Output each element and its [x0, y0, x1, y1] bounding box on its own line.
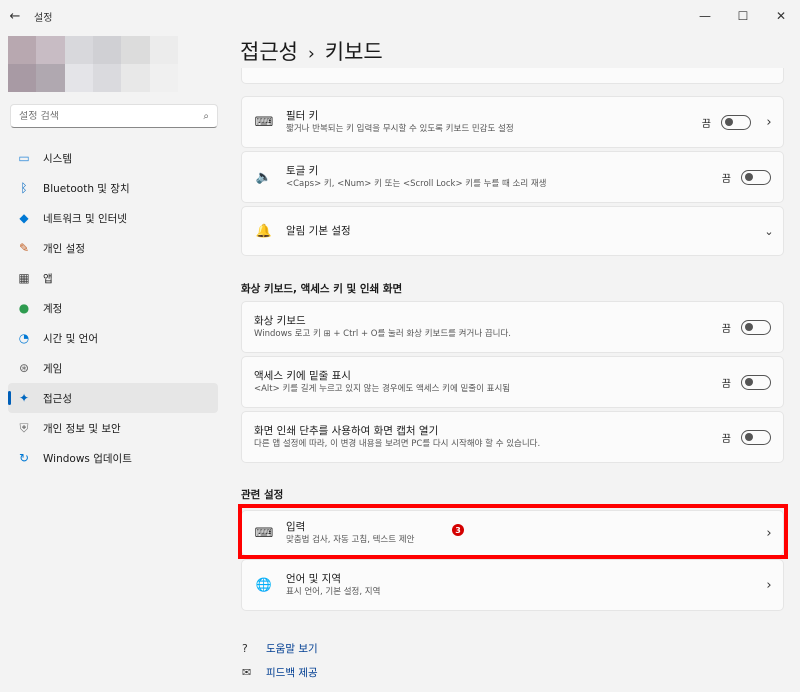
osk-subtitle: Windows 로고 키 ⊞ + Ctrl + O를 눌러 화상 키보드를 켜거…: [254, 329, 512, 339]
nav-system[interactable]: ▭ 시스템: [8, 143, 218, 173]
feedback-label: 피드백 제공: [266, 666, 318, 679]
toggle-keys-toggle[interactable]: [741, 169, 771, 185]
language-subtitle: 표시 언어, 기본 설정, 지역: [286, 587, 381, 597]
window-controls: — ☐ ✕: [686, 0, 800, 32]
access-keys-toggle[interactable]: [741, 374, 771, 390]
nav-personalization[interactable]: ✎ 개인 설정: [8, 233, 218, 263]
onscreen-keyboard-card[interactable]: 화상 키보드 Windows 로고 키 ⊞ + Ctrl + O를 눌러 화상 …: [241, 301, 784, 353]
nav-label: 시스템: [43, 152, 72, 165]
feedback-link[interactable]: ✉ 피드백 제공: [242, 660, 318, 684]
search-box[interactable]: ⌕: [10, 104, 218, 128]
window-title: 설정: [34, 12, 53, 24]
globe-clock-icon: ◔: [18, 331, 30, 345]
chevron-down-icon[interactable]: ⌄: [755, 225, 783, 238]
apps-icon: ▦: [18, 271, 30, 285]
toggle-keys-card[interactable]: 🔈 토글 키 <Caps> 키, <Num> 키 또는 <Scroll Lock…: [241, 151, 784, 203]
nav-label: 계정: [43, 302, 63, 315]
nav-accessibility[interactable]: ✦ 접근성: [8, 383, 218, 413]
print-screen-state: 끔: [721, 433, 731, 445]
osk-title: 화상 키보드: [254, 315, 306, 327]
help-link[interactable]: ? 도움말 보기: [242, 636, 318, 660]
highlight-box: [238, 504, 788, 559]
chevron-right-icon[interactable]: ›: [755, 578, 783, 593]
nav-label: 접근성: [43, 392, 72, 405]
speaker-icon: 🔈: [255, 169, 273, 185]
user-avatar[interactable]: [8, 36, 178, 92]
brush-icon: ✎: [18, 241, 30, 255]
nav-time-language[interactable]: ◔ 시간 및 언어: [8, 323, 218, 353]
access-keys-card[interactable]: 액세스 키에 밑줄 표시 <Alt> 키를 길게 누르고 있지 않는 경우에도 …: [241, 356, 784, 408]
section-heading-related: 관련 설정: [241, 489, 284, 501]
breadcrumb: 접근성 › 키보드: [240, 36, 383, 66]
nav-accounts[interactable]: ● 계정: [8, 293, 218, 323]
filter-keys-toggle[interactable]: [721, 114, 751, 130]
filter-keys-card[interactable]: ⌨ 필터 키 짧거나 반복되는 키 입력을 무시할 수 있도록 키보드 민감도 …: [241, 96, 784, 148]
nav-network[interactable]: ◆ 네트워크 및 인터넷: [8, 203, 218, 233]
toggle-keys-state: 끔: [721, 173, 731, 185]
page-title: 키보드: [324, 40, 383, 64]
bluetooth-icon: ᛒ: [20, 181, 28, 195]
footer-links: ? 도움말 보기 ✉ 피드백 제공: [242, 636, 318, 684]
feedback-icon: ✉: [242, 665, 252, 679]
wifi-icon: ◆: [19, 211, 29, 225]
minimize-button[interactable]: —: [686, 0, 724, 32]
account-icon: ●: [18, 301, 30, 315]
sidebar-nav: ▭ 시스템 ᛒ Bluetooth 및 장치 ◆ 네트워크 및 인터넷 ✎ 개인…: [8, 143, 218, 473]
filter-keys-state: 끔: [701, 118, 711, 130]
bell-icon: 🔔: [255, 223, 273, 239]
update-icon: ↻: [18, 451, 30, 465]
section-heading-onscreen: 화상 키보드, 액세스 키 및 인쇄 화면: [241, 283, 403, 295]
access-keys-subtitle: <Alt> 키를 길게 누르고 있지 않는 경우에도 액세스 키에 밑줄이 표시…: [254, 384, 511, 394]
back-arrow-icon[interactable]: ←: [0, 9, 30, 24]
access-keys-state: 끔: [721, 378, 731, 390]
system-icon: ▭: [18, 151, 30, 165]
osk-state: 끔: [721, 323, 731, 335]
nav-gaming[interactable]: ⊛ 게임: [8, 353, 218, 383]
access-keys-title: 액세스 키에 밑줄 표시: [254, 370, 351, 382]
language-icon: 🌐: [255, 577, 273, 593]
nav-windows-update[interactable]: ↻ Windows 업데이트: [8, 443, 218, 473]
breadcrumb-separator: ›: [307, 44, 315, 64]
nav-label: 개인 설정: [43, 242, 85, 255]
step-badge: 3: [452, 524, 464, 536]
nav-privacy[interactable]: ⛨ 개인 정보 및 보안: [8, 413, 218, 443]
accessibility-icon: ✦: [18, 391, 30, 405]
nav-apps[interactable]: ▦ 앱: [8, 263, 218, 293]
language-title: 언어 및 지역: [286, 573, 341, 585]
close-button[interactable]: ✕: [762, 0, 800, 32]
nav-label: 시간 및 언어: [43, 332, 98, 345]
print-screen-card[interactable]: 화면 인쇄 단추를 사용하여 화면 캡처 열기 다른 앱 설정에 따라, 이 변…: [241, 411, 784, 463]
search-icon[interactable]: ⌕: [203, 111, 209, 122]
nav-label: 개인 정보 및 보안: [43, 422, 121, 435]
print-screen-subtitle: 다른 앱 설정에 따라, 이 변경 내용을 보려면 PC를 다시 시작해야 할 …: [254, 439, 541, 449]
osk-toggle[interactable]: [741, 319, 771, 335]
nav-label: Windows 업데이트: [43, 452, 132, 465]
breadcrumb-parent[interactable]: 접근성: [240, 40, 298, 64]
notification-card[interactable]: 🔔 알림 기본 설정 ⌄: [241, 206, 784, 256]
clipped-card: [241, 68, 784, 84]
nav-bluetooth[interactable]: ᛒ Bluetooth 및 장치: [8, 173, 218, 203]
language-region-card[interactable]: 🌐 언어 및 지역 표시 언어, 기본 설정, 지역 ›: [241, 559, 784, 611]
nav-label: 앱: [43, 272, 53, 285]
nav-label: 게임: [43, 362, 63, 375]
gamepad-icon: ⊛: [18, 361, 30, 375]
toggle-keys-subtitle: <Caps> 키, <Num> 키 또는 <Scroll Lock> 키를 누를…: [286, 179, 547, 189]
filter-keys-subtitle: 짧거나 반복되는 키 입력을 무시할 수 있도록 키보드 민감도 설정: [286, 124, 514, 134]
toggle-keys-title: 토글 키: [286, 165, 319, 177]
keyboard-filter-icon: ⌨: [254, 114, 274, 130]
help-label: 도움말 보기: [266, 642, 318, 655]
nav-label: 네트워크 및 인터넷: [43, 212, 127, 225]
print-screen-toggle[interactable]: [741, 429, 771, 445]
shield-icon: ⛨: [19, 420, 29, 435]
nav-label: Bluetooth 및 장치: [43, 182, 130, 195]
filter-keys-title: 필터 키: [286, 110, 319, 122]
help-icon: ?: [242, 641, 248, 655]
search-input[interactable]: [19, 110, 204, 122]
notification-title: 알림 기본 설정: [286, 225, 351, 237]
title-bar: ← 설정 — ☐ ✕: [0, 0, 800, 32]
print-screen-title: 화면 인쇄 단추를 사용하여 화면 캡처 열기: [254, 425, 439, 437]
chevron-right-icon[interactable]: ›: [755, 115, 783, 130]
maximize-button[interactable]: ☐: [724, 0, 762, 32]
